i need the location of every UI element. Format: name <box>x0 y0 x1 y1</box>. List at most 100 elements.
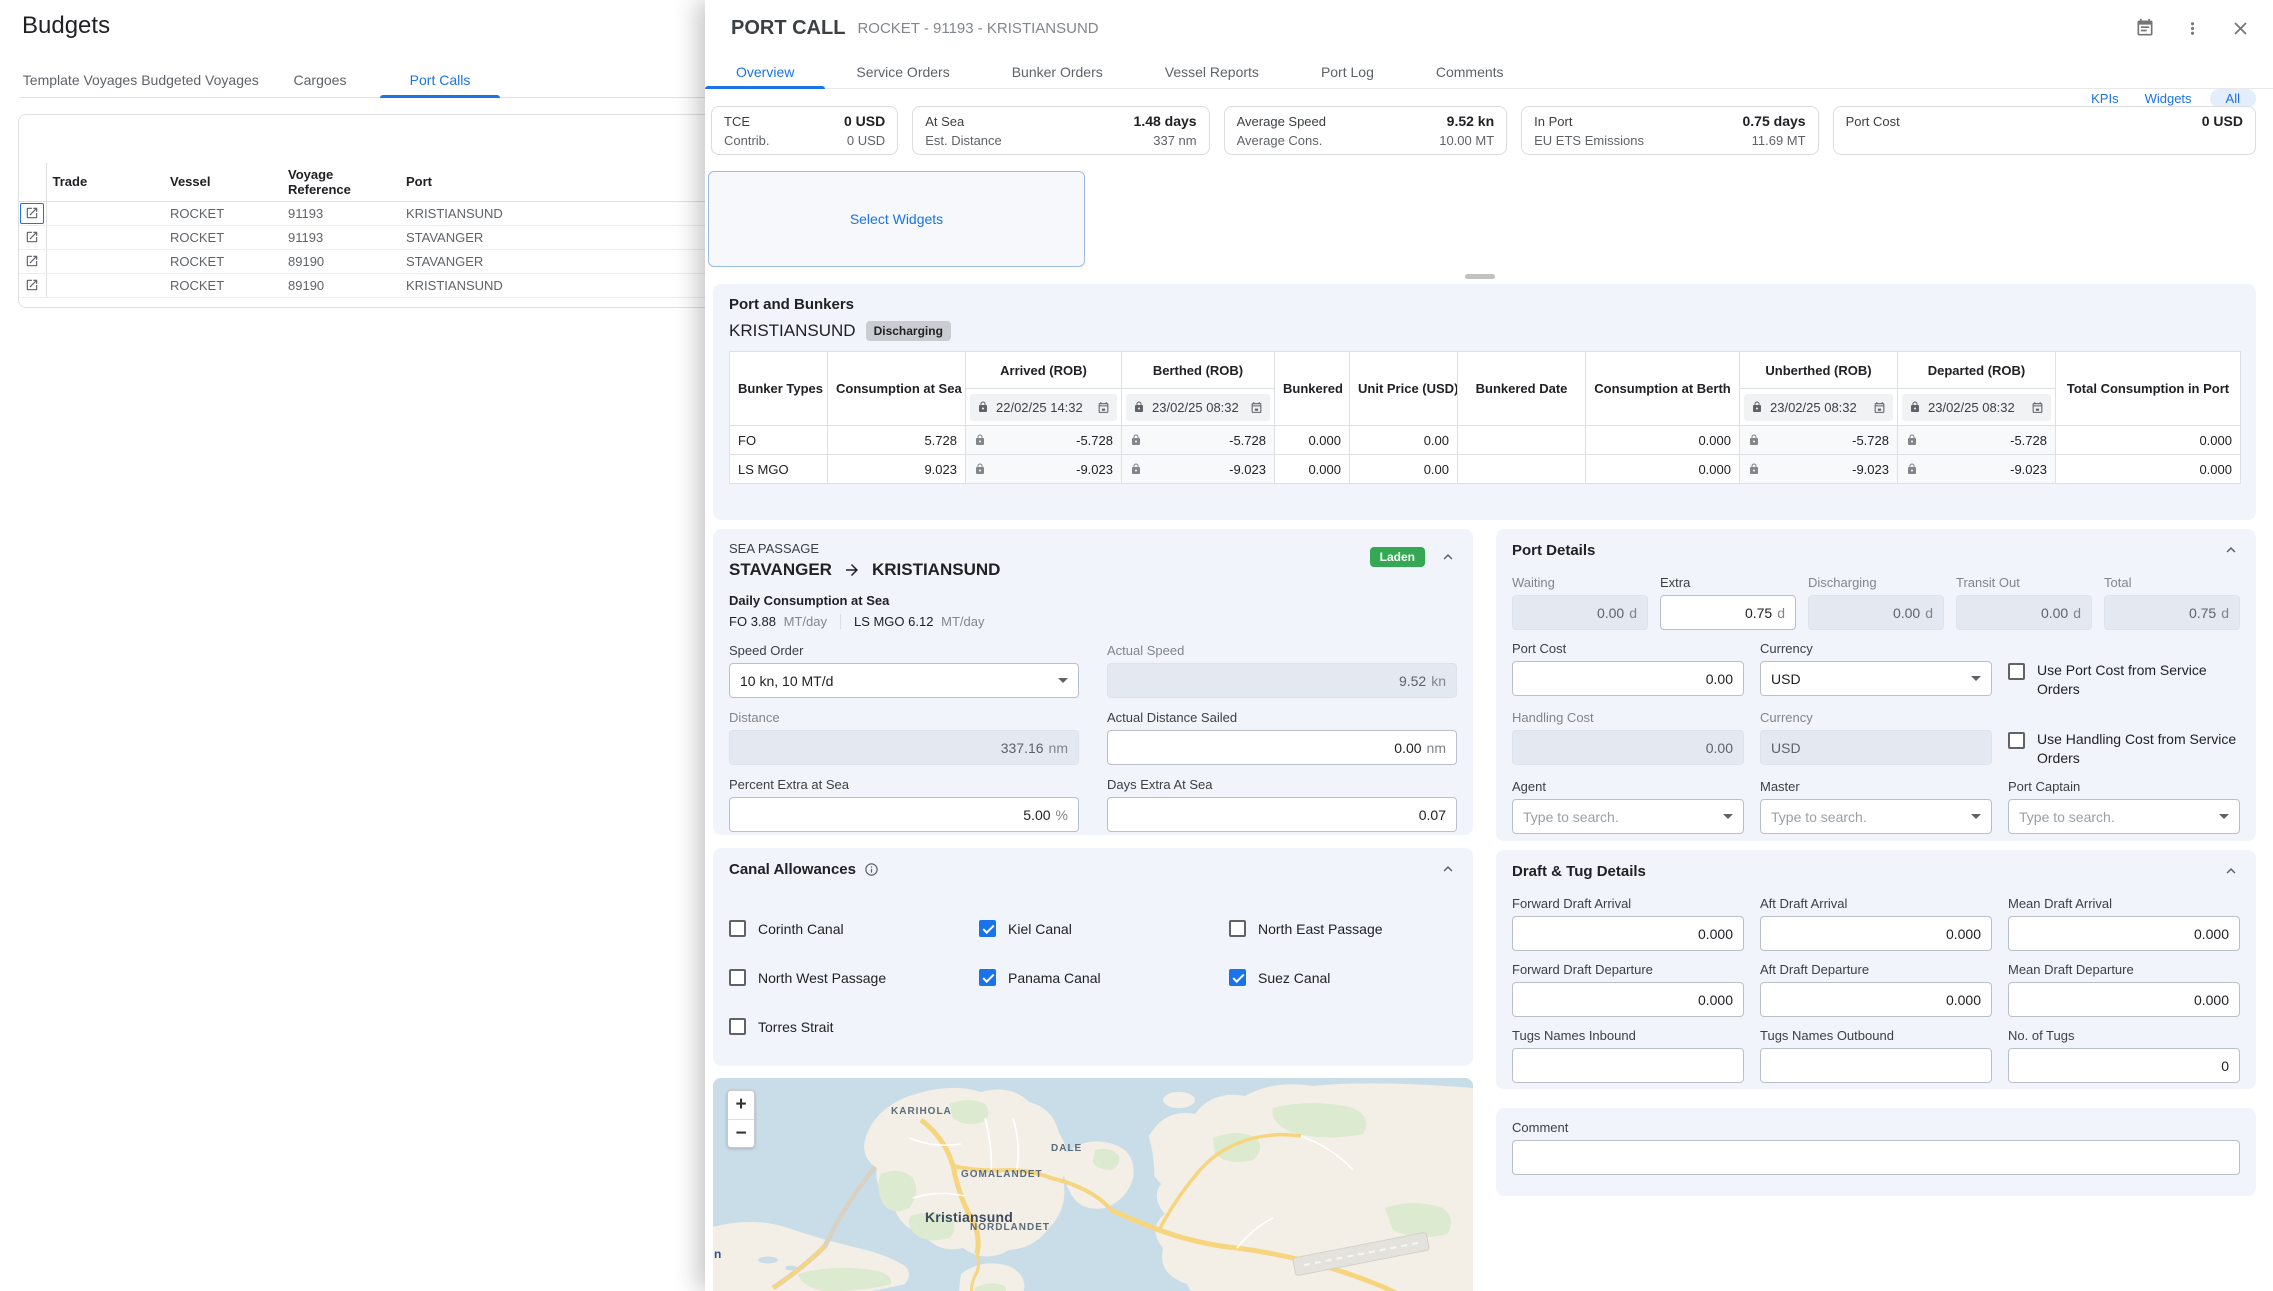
checkbox-suez-canal[interactable]: Suez Canal <box>1229 969 1457 986</box>
info-icon[interactable] <box>864 862 879 877</box>
calendar-icon[interactable] <box>2031 401 2044 414</box>
port-captain-search-select[interactable]: Type to search. <box>2008 799 2240 834</box>
col-unberthed-rob: Unberthed (ROB) <box>1740 352 1898 389</box>
zoom-in-button[interactable]: + <box>728 1091 754 1119</box>
calendar-icon[interactable] <box>1873 401 1886 414</box>
tab-service-orders[interactable]: Service Orders <box>825 56 980 88</box>
port-cost-currency-select[interactable]: USD <box>1760 661 1992 696</box>
tab-bunker-orders[interactable]: Bunker Orders <box>981 56 1134 88</box>
forward-draft-arrival-input[interactable]: 0.000 <box>1512 916 1744 951</box>
agent-search-select[interactable]: Type to search. <box>1512 799 1744 834</box>
col-trade: Trade <box>46 163 164 201</box>
forward-draft-departure-input[interactable]: 0.000 <box>1512 982 1744 1017</box>
berthed-date-input[interactable]: 23/02/25 08:32 <box>1126 394 1270 421</box>
checkbox[interactable] <box>729 920 746 937</box>
panel-title: PORT CALL <box>731 17 845 40</box>
checkbox[interactable] <box>729 1018 746 1035</box>
col-arrived-rob: Arrived (ROB) <box>966 352 1122 389</box>
checkbox-torres-strait[interactable]: Torres Strait <box>729 1018 979 1035</box>
select-widgets-box[interactable]: Select Widgets <box>708 171 1085 267</box>
open-port-call-button[interactable] <box>20 227 44 248</box>
checkbox[interactable] <box>979 920 996 937</box>
mean-draft-departure-input[interactable]: 0.000 <box>2008 982 2240 1017</box>
mean-draft-arrival-input[interactable]: 0.000 <box>2008 916 2240 951</box>
bunker-row-fo: FO 5.728 -5.728 -5.728 0.000 0.00 0.000 … <box>730 426 2241 455</box>
aft-draft-departure-input[interactable]: 0.000 <box>1760 982 1992 1017</box>
collapse-chevron-icon[interactable] <box>1439 548 1457 566</box>
checkbox-corinth-canal[interactable]: Corinth Canal <box>729 920 979 937</box>
open-port-call-button[interactable] <box>20 275 44 296</box>
col-consumption-at-sea: Consumption at Sea <box>828 352 966 426</box>
departed-date-input[interactable]: 23/02/25 08:32 <box>1902 394 2051 421</box>
open-port-call-button[interactable] <box>20 251 44 272</box>
tab-template-voyages[interactable]: Template Voyages <box>20 62 140 97</box>
checkbox[interactable] <box>1229 969 1246 986</box>
map-canvas[interactable]: KARIHOLA GOMALANDET DALE Kristiansund NO… <box>713 1078 1473 1291</box>
lock-icon <box>1130 434 1142 446</box>
select-widgets-link[interactable]: Select Widgets <box>850 211 943 227</box>
lock-icon <box>1906 434 1918 446</box>
discharging-input: 0.00d <box>1808 595 1944 630</box>
section-heading: Canal Allowances <box>729 861 856 878</box>
collapse-chevron-icon[interactable] <box>2222 541 2240 559</box>
checkbox[interactable] <box>979 969 996 986</box>
checkbox-kiel-canal[interactable]: Kiel Canal <box>979 920 1229 937</box>
aft-draft-arrival-input[interactable]: 0.000 <box>1760 916 1992 951</box>
arrived-date-input[interactable]: 22/02/25 14:32 <box>970 394 1117 421</box>
panel-subtitle: ROCKET - 91193 - KRISTIANSUND <box>857 20 1098 37</box>
section-heading: Port Details <box>1512 542 1595 559</box>
daily-consumption-heading: Daily Consumption at Sea <box>729 593 1457 608</box>
total-input: 0.75d <box>2104 595 2240 630</box>
drag-handle[interactable] <box>1465 274 1495 279</box>
calendar-icon[interactable] <box>2135 18 2155 38</box>
port-cost-input[interactable]: 0.00 <box>1512 661 1744 696</box>
tab-port-log[interactable]: Port Log <box>1290 56 1405 88</box>
port-details-section: Port Details Waiting 0.00d Extra 0.75d D… <box>1496 529 2256 841</box>
section-label: SEA PASSAGE <box>729 541 1000 556</box>
tab-vessel-reports[interactable]: Vessel Reports <box>1134 56 1290 88</box>
actual-distance-sailed-input[interactable]: 0.00nm <box>1107 730 1457 765</box>
port-map[interactable]: KARIHOLA GOMALANDET DALE Kristiansund NO… <box>713 1078 1473 1291</box>
port-name: KRISTIANSUND <box>729 321 856 341</box>
extra-input[interactable]: 0.75d <box>1660 595 1796 630</box>
speed-order-select[interactable]: 10 kn, 10 MT/d <box>729 663 1079 698</box>
master-search-select[interactable]: Type to search. <box>1760 799 1992 834</box>
checkbox-panama-canal[interactable]: Panama Canal <box>979 969 1229 986</box>
checkbox[interactable] <box>729 969 746 986</box>
kpi-row: TCE0 USD Contrib.0 USD At Sea1.48 days E… <box>711 106 2256 155</box>
col-vessel: Vessel <box>164 163 282 201</box>
collapse-chevron-icon[interactable] <box>2222 862 2240 880</box>
kebab-menu-icon[interactable] <box>2183 19 2202 38</box>
open-port-call-button[interactable] <box>20 203 44 224</box>
tab-comments[interactable]: Comments <box>1405 56 1535 88</box>
days-extra-at-sea-input[interactable]: 0.07 <box>1107 797 1457 832</box>
lock-icon <box>974 434 986 446</box>
bunker-row-lsmgo: LS MGO 9.023 -9.023 -9.023 0.000 0.00 0.… <box>730 455 2241 484</box>
checkbox[interactable] <box>2008 732 2025 749</box>
tab-port-calls[interactable]: Port Calls <box>380 62 500 97</box>
section-heading: Port and Bunkers <box>729 296 2240 313</box>
tab-cargoes[interactable]: Cargoes <box>260 62 380 97</box>
checkbox[interactable] <box>2008 663 2025 680</box>
comment-input[interactable] <box>1512 1140 2240 1175</box>
checkbox-north-east-passage[interactable]: North East Passage <box>1229 920 1457 937</box>
zoom-out-button[interactable]: − <box>728 1119 754 1147</box>
open-in-new-icon <box>25 206 39 220</box>
calendar-icon[interactable] <box>1250 401 1263 414</box>
calendar-icon[interactable] <box>1097 401 1110 414</box>
use-port-cost-checkbox[interactable]: Use Port Cost from Service Orders <box>2008 641 2240 699</box>
checkbox-north-west-passage[interactable]: North West Passage <box>729 969 979 986</box>
checkbox[interactable] <box>1229 920 1246 937</box>
close-icon[interactable] <box>2230 18 2251 39</box>
tab-overview[interactable]: Overview <box>705 56 825 88</box>
lock-icon <box>1751 401 1763 413</box>
tab-budgeted-voyages[interactable]: Budgeted Voyages <box>140 62 260 97</box>
unberthed-date-input[interactable]: 23/02/25 08:32 <box>1744 394 1893 421</box>
page-title: Budgets <box>22 12 110 40</box>
use-handling-cost-checkbox[interactable]: Use Handling Cost from Service Orders <box>2008 710 2240 768</box>
tugs-names-outbound-input[interactable] <box>1760 1048 1992 1083</box>
percent-extra-at-sea-input[interactable]: 5.00% <box>729 797 1079 832</box>
tugs-names-inbound-input[interactable] <box>1512 1048 1744 1083</box>
collapse-chevron-icon[interactable] <box>1439 860 1457 878</box>
no-of-tugs-input[interactable]: 0 <box>2008 1048 2240 1083</box>
